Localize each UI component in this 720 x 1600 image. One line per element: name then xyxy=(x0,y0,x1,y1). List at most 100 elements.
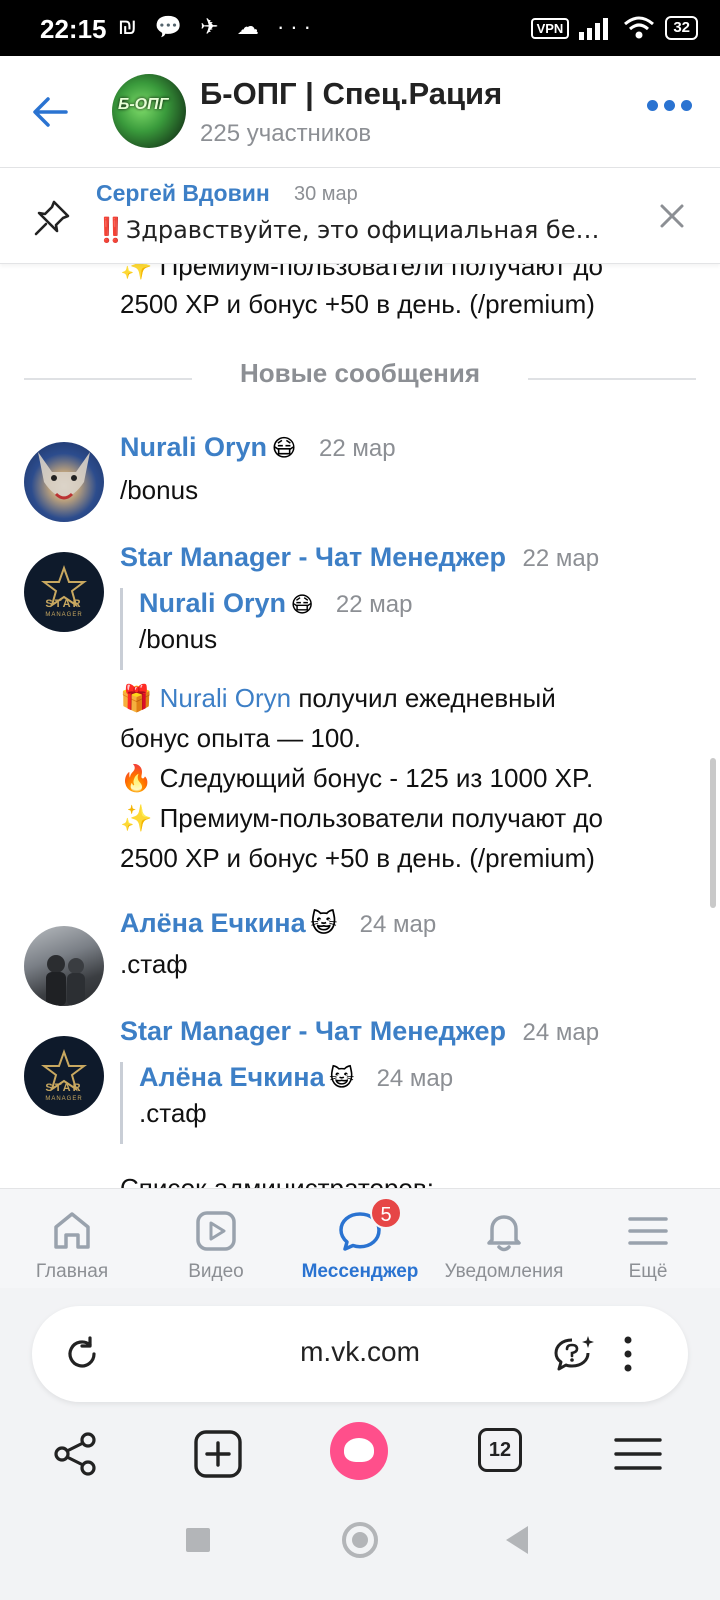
address-bar[interactable]: m.vk.com xyxy=(32,1306,688,1402)
status-time: 22:15 xyxy=(40,14,107,44)
unread-badge: 5 xyxy=(370,1197,402,1229)
tab-label: Ещё xyxy=(628,1261,668,1282)
message-feed[interactable]: ✨ Премиум-пользователи получают до 2500 … xyxy=(0,168,720,1188)
author-status-emoji: 😷 xyxy=(290,593,314,618)
message-line: 🎁 Nurali Oryn получил ежедневный xyxy=(120,678,556,719)
author-status-emoji: 😺 xyxy=(310,909,338,939)
browser-menu-icon[interactable] xyxy=(618,1332,638,1376)
star-avatar-icon xyxy=(41,565,87,608)
message-header: Star Manager - Чат Менеджер 24 мар xyxy=(120,1016,599,1047)
chat-header: Б-ОПГ Б-ОПГ | Спец.Рация 225 участников xyxy=(0,56,720,168)
author-status-emoji: 😷 xyxy=(271,434,297,462)
signal-icon xyxy=(579,18,609,40)
partial-message-line: 2500 XP и бонус +50 в день. (/premium) xyxy=(120,289,595,319)
gift-icon: 🎁 xyxy=(120,684,153,714)
hamburger-menu-icon[interactable] xyxy=(610,1426,666,1482)
tabs-count-button[interactable]: 12 xyxy=(478,1428,522,1472)
back-button[interactable] xyxy=(506,1526,528,1554)
more-options-button[interactable] xyxy=(647,100,692,111)
alice-assistant-button[interactable] xyxy=(330,1422,388,1480)
quote-date: 22 мар xyxy=(335,591,413,618)
quote-author[interactable]: Nurali Oryn xyxy=(139,588,286,618)
message-date: 22 мар xyxy=(522,545,600,572)
bell-icon xyxy=(487,1215,521,1252)
tab-label: Главная xyxy=(35,1261,109,1282)
ai-assistant-icon[interactable] xyxy=(552,1332,596,1376)
avatar-text: MANAGER xyxy=(45,612,83,618)
dot-icon xyxy=(664,100,675,111)
message-text: 🔥 Следующий бонус - 125 из 1000 XP. xyxy=(120,763,594,793)
quote-header: Nurali Oryn 😷 22 мар xyxy=(139,588,412,619)
pinned-text: ‼️Здравствуйте, это официальная бе… xyxy=(96,216,600,244)
chat-avatar-text: Б-ОПГ xyxy=(118,96,169,113)
recents-button[interactable] xyxy=(186,1528,210,1552)
home-button[interactable] xyxy=(342,1522,378,1558)
author-name[interactable]: Star Manager - Чат Менеджер xyxy=(120,1016,506,1046)
avatar-text: STAR xyxy=(45,1082,83,1094)
chat-title[interactable]: Б-ОПГ | Спец.Рация xyxy=(200,76,502,112)
quote-author[interactable]: Алёна Ечкина xyxy=(139,1062,325,1092)
message-date: 24 мар xyxy=(522,1019,600,1046)
wolf-avatar-icon xyxy=(38,452,90,500)
scrollbar[interactable] xyxy=(710,758,716,908)
dot-icon xyxy=(681,100,692,111)
message-text: .стаф xyxy=(120,949,188,979)
tab-label: Видео xyxy=(188,1261,244,1282)
reply-quote[interactable]: Nurali Oryn 😷 22 мар /bonus xyxy=(120,588,412,670)
share-icon[interactable] xyxy=(48,1426,104,1482)
quote-date: 24 мар xyxy=(376,1065,454,1092)
divider-line xyxy=(528,378,696,380)
message-text: получил ежедневный xyxy=(291,683,556,713)
close-icon[interactable] xyxy=(658,202,686,230)
pinned-message[interactable]: Сергей Вдовин 30 мар ‼️Здравствуйте, это… xyxy=(0,168,720,264)
new-messages-divider: Новые сообщения xyxy=(239,358,481,388)
dot-icon xyxy=(647,100,658,111)
avatar[interactable]: STAR MANAGER xyxy=(24,1036,104,1116)
pinned-author: Сергей Вдовин xyxy=(96,180,270,206)
alice-icon xyxy=(344,1438,374,1462)
message-date: 24 мар xyxy=(359,911,437,938)
author-name[interactable]: Star Manager - Чат Менеджер xyxy=(120,542,506,572)
video-icon xyxy=(196,1211,236,1251)
tab-home[interactable]: Главная xyxy=(0,1189,144,1289)
message-text: /bonus xyxy=(120,475,199,505)
avatar[interactable]: STAR MANAGER xyxy=(24,552,104,632)
tab-video[interactable]: Видео xyxy=(144,1189,288,1289)
tab-more[interactable]: Ещё xyxy=(576,1189,720,1289)
avatar-text: STAR xyxy=(45,598,83,610)
home-icon xyxy=(54,1212,90,1249)
new-tab-icon[interactable] xyxy=(190,1426,246,1482)
message-text: 2500 XP и бонус +50 в день. (/premium) xyxy=(120,843,595,873)
system-nav-bar xyxy=(0,1488,720,1600)
user-mention-link[interactable]: Nurali Oryn xyxy=(160,683,291,713)
avatar[interactable] xyxy=(24,442,104,522)
members-count[interactable]: 225 участников xyxy=(200,120,371,148)
back-arrow-icon[interactable] xyxy=(30,92,70,132)
vpn-icon: VPN xyxy=(530,17,570,39)
browser-toolbar: m.vk.com 12 xyxy=(0,1288,720,1488)
message-text: бонус опыта — 100. xyxy=(120,723,361,753)
status-bar: 22:15 ₪ 💬 ✈ ☁ ··· VPN 32 xyxy=(0,0,720,56)
tab-messenger[interactable]: 5 Мессенджер xyxy=(288,1189,432,1289)
status-right: VPN 32 xyxy=(530,14,698,42)
avatar[interactable] xyxy=(24,926,104,1006)
author-status-emoji: 😺 xyxy=(329,1064,355,1092)
tab-notifications[interactable]: Уведомления xyxy=(432,1189,576,1289)
message-header: Star Manager - Чат Менеджер 22 мар xyxy=(120,542,599,573)
author-name[interactable]: Алёна Ечкина xyxy=(120,908,306,938)
author-name[interactable]: Nurali Oryn xyxy=(120,432,267,462)
message-date: 22 мар xyxy=(318,435,396,462)
message-text: ✨ Премиум-пользователи получают до xyxy=(120,803,603,833)
chat-avatar[interactable]: Б-ОПГ xyxy=(112,74,186,148)
battery-icon: 32 xyxy=(665,16,698,40)
menu-icon xyxy=(628,1217,668,1245)
message-header: Nurali Oryn 😷 22 мар xyxy=(120,432,396,463)
quote-text: /bonus xyxy=(139,624,218,654)
home-dot-icon xyxy=(352,1532,368,1548)
reply-quote[interactable]: Алёна Ечкина 😺 24 мар .стаф xyxy=(120,1062,453,1144)
message-header: Алёна Ечкина 😺 24 мар xyxy=(120,908,436,939)
quote-header: Алёна Ечкина 😺 24 мар xyxy=(139,1062,453,1093)
pin-icon xyxy=(34,200,70,236)
tab-label: Мессенджер xyxy=(301,1261,419,1282)
wifi-icon xyxy=(624,16,655,39)
